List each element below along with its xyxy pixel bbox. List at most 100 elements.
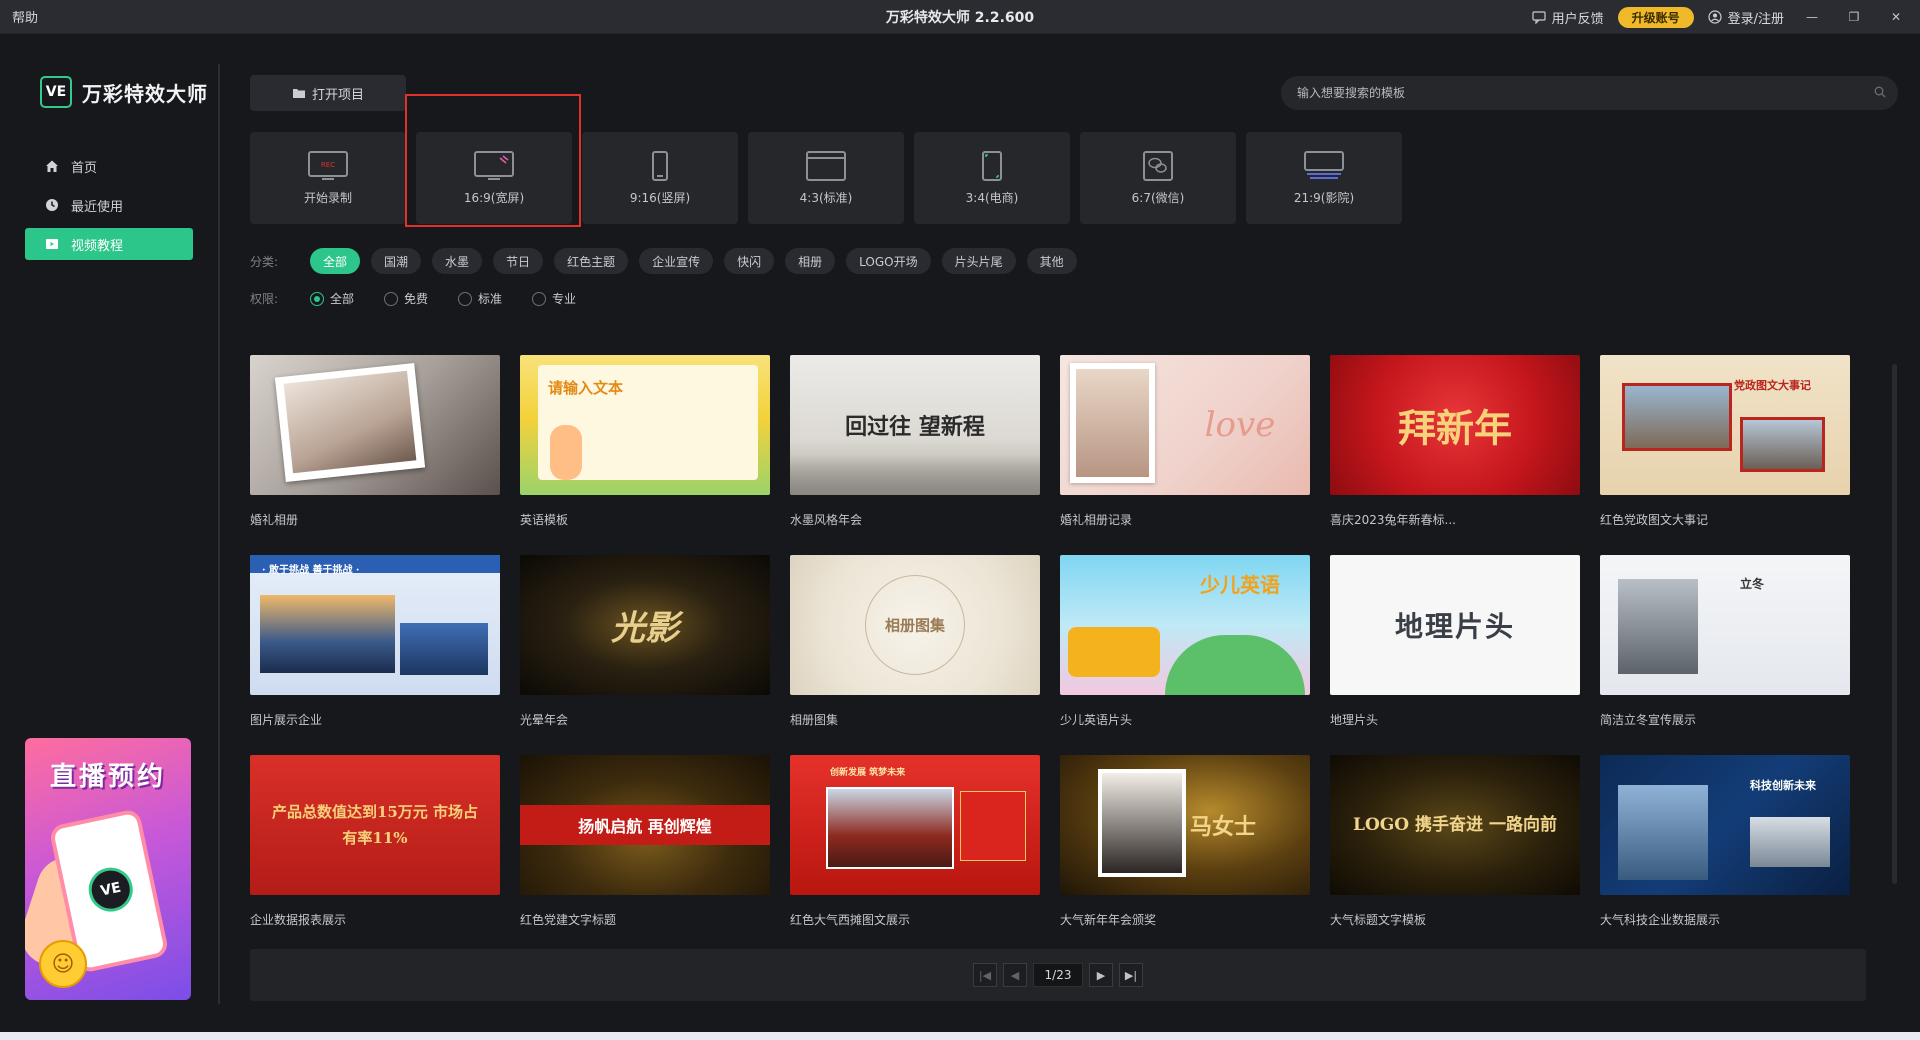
template-card[interactable]: LOGO 携手奋进 一路向前 大气标题文字模板 [1330,755,1580,928]
login-button[interactable]: 登录/注册 [1708,8,1784,27]
upgrade-button[interactable]: 升级账号 [1617,6,1694,28]
category-chip[interactable]: 片头片尾 [941,248,1016,274]
template-card[interactable]: 婚礼相册 [250,355,500,528]
template-thumbnail[interactable]: 地理片头 [1330,555,1580,695]
scrollbar[interactable] [1892,364,1897,884]
minimize-button[interactable]: — [1798,5,1826,29]
category-chip[interactable]: 快闪 [724,248,775,274]
template-thumbnail[interactable]: 相册图集 [790,555,1040,695]
format-record[interactable]: REC 开始录制 [250,132,406,224]
template-thumbnail[interactable]: 马女士 [1060,755,1310,895]
thumbnail-text: 科技创新未来 [1750,779,1816,792]
template-thumbnail[interactable]: 党政图文大事记 [1600,355,1850,495]
sidebar-item-label: 首页 [71,160,98,176]
next-page-button[interactable]: ▶ [1089,963,1113,987]
template-card[interactable]: 回过往 望新程 水墨风格年会 [790,355,1040,528]
last-page-button[interactable]: ▶| [1119,963,1143,987]
template-thumbnail[interactable]: love [1060,355,1310,495]
template-label: 光晕年会 [520,713,569,727]
help-menu[interactable]: 帮助 [12,7,38,26]
template-card[interactable]: 党政图文大事记 红色党政图文大事记 [1600,355,1850,528]
video-icon [46,239,58,249]
category-chip[interactable]: 国潮 [371,248,422,274]
category-chip[interactable]: 全部 [310,248,361,274]
category-chip[interactable]: 节日 [493,248,544,274]
feedback-button[interactable]: 用户反馈 [1531,8,1604,27]
search-input[interactable] [1297,86,1874,100]
category-chip[interactable]: LOGO开场 [846,248,931,274]
template-thumbnail[interactable]: 回过往 望新程 [790,355,1040,495]
category-chip[interactable]: 水墨 [432,248,483,274]
format-6-7[interactable]: 6:7(微信) [1080,132,1236,224]
category-chip[interactable]: 企业宣传 [639,248,714,274]
search-bar[interactable] [1281,76,1898,110]
template-card[interactable]: 光影 光晕年会 [520,555,770,728]
thumbnail-text: · 敢于挑战 善于挑战 · [262,565,360,576]
template-card[interactable]: 拜新年 喜庆2023兔年新春标... [1330,355,1580,528]
permission-radio[interactable]: 标准 [458,290,502,307]
template-thumbnail[interactable]: · 敢于挑战 善于挑战 · [250,555,500,695]
template-card[interactable]: 科技创新未来 大气科技企业数据展示 [1600,755,1850,928]
template-thumbnail[interactable]: 少儿英语 [1060,555,1310,695]
close-button[interactable]: ✕ [1882,5,1910,29]
sidebar-item-recent[interactable]: 最近使用 [25,189,193,221]
open-project-label: 打开项目 [311,87,364,103]
maximize-button[interactable]: ❐ [1840,5,1868,29]
permission-radio[interactable]: 免费 [384,290,428,307]
sidebar-item-home[interactable]: 首页 [25,150,193,182]
live-promo-banner[interactable]: 直播预约 VE ☺ [25,738,191,1000]
template-card[interactable]: 请输入文本 英语模板 [520,355,770,528]
thumbnail-text: 创新发展 筑梦未来 [830,768,906,778]
template-thumbnail[interactable] [250,355,500,495]
template-thumbnail[interactable]: 光影 [520,555,770,695]
cinema-icon [1304,150,1344,179]
template-thumbnail[interactable]: 产品总数值达到15万元 市场占有率11% [250,755,500,895]
format-21-9[interactable]: 21:9(影院) [1246,132,1402,224]
first-page-button[interactable]: |◀ [973,963,997,987]
login-label: 登录/注册 [1727,11,1784,27]
template-thumbnail[interactable]: 请输入文本 [520,355,770,495]
sidebar-item-video-tutorial[interactable]: 视频教程 [25,228,193,260]
template-card[interactable]: 立冬 简洁立冬宣传展示 [1600,555,1850,728]
template-label: 地理片头 [1330,713,1379,727]
folder-icon [292,89,305,98]
template-card[interactable]: 创新发展 筑梦未来 红色大气西摊图文展示 [790,755,1040,928]
ecommerce-icon [982,150,1002,181]
home-icon [46,160,58,172]
wechat-icon [1143,150,1173,181]
search-icon[interactable] [1874,86,1886,101]
portrait-icon [652,150,668,181]
category-chip[interactable]: 其他 [1026,248,1077,274]
template-card[interactable]: 扬帆启航 再创辉煌 红色党建文字标题 [520,755,770,928]
thumbnail-text: 立冬 [1740,577,1765,591]
category-chip[interactable]: 红色主题 [554,248,629,274]
prev-page-button[interactable]: ◀ [1003,963,1027,987]
category-chip[interactable]: 相册 [785,248,836,274]
open-project-button[interactable]: 打开项目 [250,75,406,111]
format-4-3[interactable]: 4:3(标准) [748,132,904,224]
template-card[interactable]: 马女士 大气新年年会颁奖 [1060,755,1310,928]
template-thumbnail[interactable]: 扬帆启航 再创辉煌 [520,755,770,895]
template-card[interactable]: · 敢于挑战 善于挑战 · 图片展示企业 [250,555,500,728]
format-16-9[interactable]: 16:9(宽屏) [416,132,572,224]
template-card[interactable]: 相册图集 相册图集 [790,555,1040,728]
template-card[interactable]: 地理片头 地理片头 [1330,555,1580,728]
template-thumbnail[interactable]: LOGO 携手奋进 一路向前 [1330,755,1580,895]
template-card[interactable]: 少儿英语 少儿英语片头 [1060,555,1310,728]
template-label: 红色党建文字标题 [520,913,617,927]
format-9-16[interactable]: 9:16(竖屏) [582,132,738,224]
template-thumbnail[interactable]: 立冬 [1600,555,1850,695]
template-thumbnail[interactable]: 创新发展 筑梦未来 [790,755,1040,895]
template-card[interactable]: love 婚礼相册记录 [1060,355,1310,528]
page-indicator[interactable]: 1/23 [1033,963,1083,987]
template-card[interactable]: 产品总数值达到15万元 市场占有率11% 企业数据报表展示 [250,755,500,928]
permission-radio[interactable]: 全部 [310,290,354,307]
template-thumbnail[interactable]: 拜新年 [1330,355,1580,495]
svg-text:REC: REC [321,161,335,169]
widescreen-icon [474,150,514,180]
template-thumbnail[interactable]: 科技创新未来 [1600,755,1850,895]
format-3-4[interactable]: 3:4(电商) [914,132,1070,224]
format-label: 16:9(宽屏) [463,190,525,205]
thumbnail-text: 马女士 [1190,814,1257,840]
permission-radio[interactable]: 专业 [532,290,576,307]
